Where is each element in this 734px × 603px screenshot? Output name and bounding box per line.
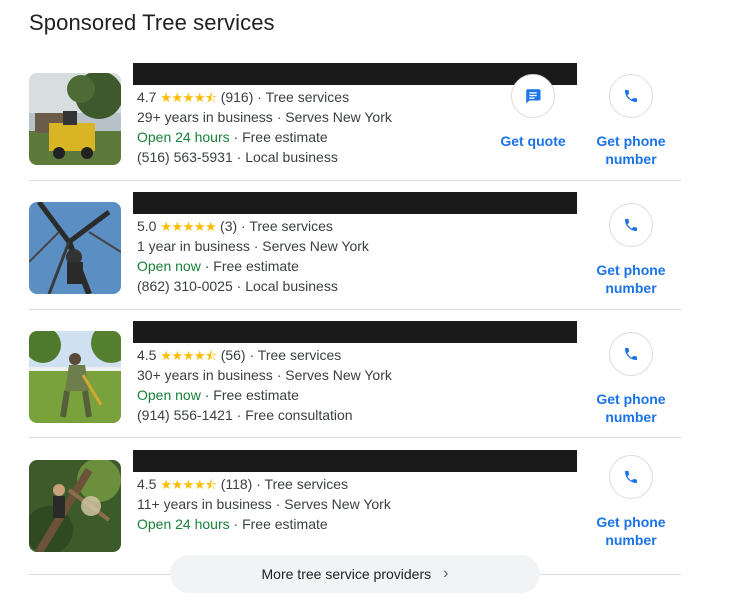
experience: 1 year in business [137,238,250,254]
redacted-business-name [133,450,577,472]
open-status: Open now [137,387,201,403]
phone-icon [609,203,653,247]
open-status: Open now [137,258,201,274]
rating-line: 5.0 ★★★★★ (3) · Tree services [137,218,333,234]
experience-line: 11+ years in business · Serves New York [137,496,391,512]
star-rating-icon: ★★★★★ [160,219,217,234]
listing-photo[interactable] [29,460,121,552]
get-quote-label: Get quote [500,133,566,149]
business-tag: Free consultation [245,407,353,423]
more-providers-label: More tree service providers [261,566,432,582]
divider [29,437,681,438]
listing-2[interactable]: 5.0 ★★★★★ (3) · Tree services 1 year in … [29,192,681,321]
experience-line: 30+ years in business · Serves New York [137,367,392,383]
star-rating-icon: ★★★★⯪ [160,90,217,105]
star-rating-icon: ★★★★⯪ [160,348,217,363]
phone-number: (914) 556-1421 [137,407,233,423]
listing-photo[interactable] [29,331,121,423]
phone-icon [609,74,653,118]
experience: 29+ years in business [137,109,273,125]
hours-line: Open now · Free estimate [137,387,299,403]
section-heading: Sponsored Tree services [29,10,275,35]
review-count: (3) [220,218,238,234]
rating-value: 5.0 [137,218,157,234]
star-rating-icon: ★★★★⯪ [160,477,217,492]
experience: 11+ years in business [137,496,272,512]
experience: 30+ years in business [137,367,273,383]
offer: Free estimate [213,387,299,403]
rating-line: 4.5 ★★★★⯪ (56) · Tree services [137,347,342,363]
category: Tree services [265,89,350,105]
hours-line: Open 24 hours · Free estimate [137,516,328,532]
offer: Free estimate [242,516,328,532]
chevron-right-icon: › [443,565,449,582]
get-phone-number-label: Get phone number [596,133,666,167]
phone-number: (516) 563-5931 [137,149,233,165]
get-phone-number-button[interactable]: Get phone number [589,203,673,297]
phone-line: (914) 556-1421 · Free consultation [137,407,353,423]
rating-value: 4.7 [137,89,157,105]
business-tag: Local business [245,278,338,294]
service-area: Serves New York [285,109,392,125]
rating-value: 4.5 [137,347,157,363]
phone-icon [609,332,653,376]
redacted-business-name [133,192,577,214]
experience-line: 29+ years in business · Serves New York [137,109,392,125]
get-phone-number-label: Get phone number [596,262,666,296]
review-count: (56) [220,347,246,363]
hours-line: Open now · Free estimate [137,258,299,274]
listing-photo[interactable] [29,202,121,294]
open-status: Open 24 hours [137,129,230,145]
hours-line: Open 24 hours · Free estimate [137,129,328,145]
phone-number: (862) 310-0025 [137,278,233,294]
get-phone-number-button[interactable]: Get phone number [589,455,673,549]
get-phone-number-label: Get phone number [596,391,666,425]
review-count: (118) [220,476,253,492]
divider [29,180,681,181]
service-area: Serves New York [285,367,392,383]
offer: Free estimate [242,129,328,145]
message-icon [511,74,555,118]
rating-line: 4.7 ★★★★⯪ (916) · Tree services [137,89,350,105]
get-phone-number-button[interactable]: Get phone number [589,332,673,426]
listing-3[interactable]: 4.5 ★★★★⯪ (56) · Tree services 30+ years… [29,321,681,450]
category: Tree services [257,347,342,363]
listing-photo[interactable] [29,73,121,165]
phone-line: (516) 563-5931 · Local business [137,149,338,165]
business-tag: Local business [245,149,338,165]
phone-line: (862) 310-0025 · Local business [137,278,338,294]
get-quote-button[interactable]: Get quote [491,74,575,150]
category: Tree services [264,476,349,492]
service-area: Serves New York [284,496,391,512]
experience-line: 1 year in business · Serves New York [137,238,369,254]
more-providers-button[interactable]: More tree service providers › [170,555,540,593]
phone-icon [609,455,653,499]
service-area: Serves New York [262,238,369,254]
open-status: Open 24 hours [137,516,230,532]
review-count: (916) [220,89,254,105]
divider [29,309,681,310]
get-phone-number-button[interactable]: Get phone number [589,74,673,168]
offer: Free estimate [213,258,299,274]
redacted-business-name [133,321,577,343]
rating-line: 4.5 ★★★★⯪ (118) · Tree services [137,476,349,492]
listing-1[interactable]: 4.7 ★★★★⯪ (916) · Tree services 29+ year… [29,63,681,192]
rating-value: 4.5 [137,476,157,492]
category: Tree services [249,218,333,234]
get-phone-number-label: Get phone number [596,514,666,548]
listing-4[interactable]: 4.5 ★★★★⯪ (118) · Tree services 11+ year… [29,450,681,552]
